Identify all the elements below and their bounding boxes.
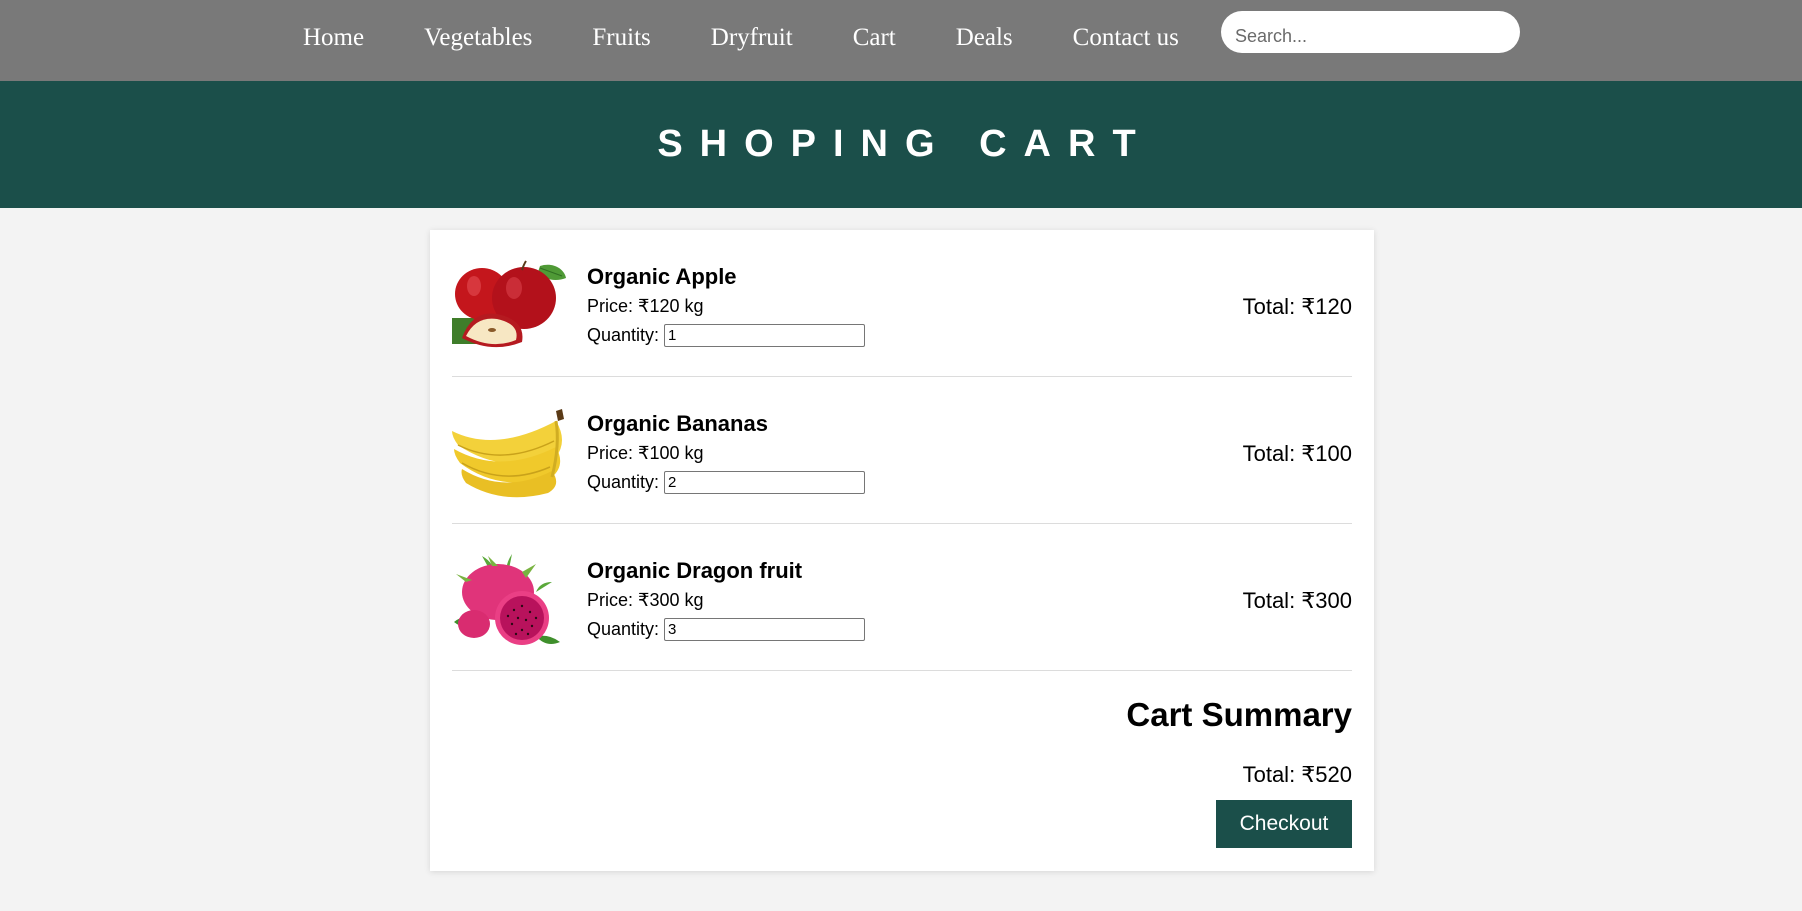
item-total: Total: ₹120 bbox=[1242, 294, 1352, 319]
search-input[interactable] bbox=[1221, 11, 1520, 53]
cart-summary-title: Cart Summary bbox=[1126, 696, 1352, 733]
quantity-label: Quantity: bbox=[587, 325, 660, 345]
nav-link-vegetables[interactable]: Vegetables bbox=[424, 24, 532, 52]
nav-link-home[interactable]: Home bbox=[303, 24, 364, 52]
quantity-input[interactable] bbox=[664, 324, 866, 347]
cart-summary-total: Total: ₹520 bbox=[1242, 762, 1352, 787]
cart-item: Organic Dragon fruit Price: ₹300 kg Quan… bbox=[452, 524, 1352, 671]
cart-card: Organic Apple Price: ₹120 kg Quantity: T… bbox=[430, 230, 1374, 871]
quantity-label: Quantity: bbox=[587, 619, 660, 639]
nav-link-fruits[interactable]: Fruits bbox=[592, 24, 650, 52]
quantity-input[interactable] bbox=[664, 618, 866, 641]
page-title: SHOPING CART bbox=[657, 123, 1153, 165]
quantity-row: Quantity: bbox=[587, 324, 866, 347]
item-total: Total: ₹100 bbox=[1242, 441, 1352, 466]
nav-links: Home Vegetables Fruits Dryfruit Cart Dea… bbox=[303, 0, 1239, 75]
bananas-image bbox=[452, 409, 564, 498]
quantity-row: Quantity: bbox=[587, 471, 866, 494]
quantity-label: Quantity: bbox=[587, 472, 660, 492]
item-name: Organic Apple bbox=[587, 264, 737, 289]
item-price: Price: ₹300 kg bbox=[587, 590, 704, 610]
quantity-input[interactable] bbox=[664, 471, 866, 494]
top-navbar: Home Vegetables Fruits Dryfruit Cart Dea… bbox=[0, 0, 1802, 81]
item-total: Total: ₹300 bbox=[1242, 588, 1352, 613]
item-price: Price: ₹120 kg bbox=[587, 296, 704, 316]
apple-image bbox=[452, 260, 566, 348]
item-name: Organic Dragon fruit bbox=[587, 558, 803, 583]
cart-item: Organic Bananas Price: ₹100 kg Quantity:… bbox=[452, 377, 1352, 524]
dragon-fruit-image bbox=[454, 554, 560, 645]
nav-link-deals[interactable]: Deals bbox=[956, 24, 1013, 52]
item-price: Price: ₹100 kg bbox=[587, 443, 704, 463]
nav-link-cart[interactable]: Cart bbox=[853, 24, 896, 52]
cart-item: Organic Apple Price: ₹120 kg Quantity: T… bbox=[452, 230, 1352, 377]
nav-link-dryfruit[interactable]: Dryfruit bbox=[711, 24, 793, 52]
nav-link-contact-us[interactable]: Contact us bbox=[1073, 24, 1179, 52]
quantity-row: Quantity: bbox=[587, 618, 866, 641]
item-name: Organic Bananas bbox=[587, 411, 768, 436]
page-banner: SHOPING CART bbox=[0, 81, 1802, 208]
checkout-button[interactable]: Checkout bbox=[1216, 800, 1352, 848]
